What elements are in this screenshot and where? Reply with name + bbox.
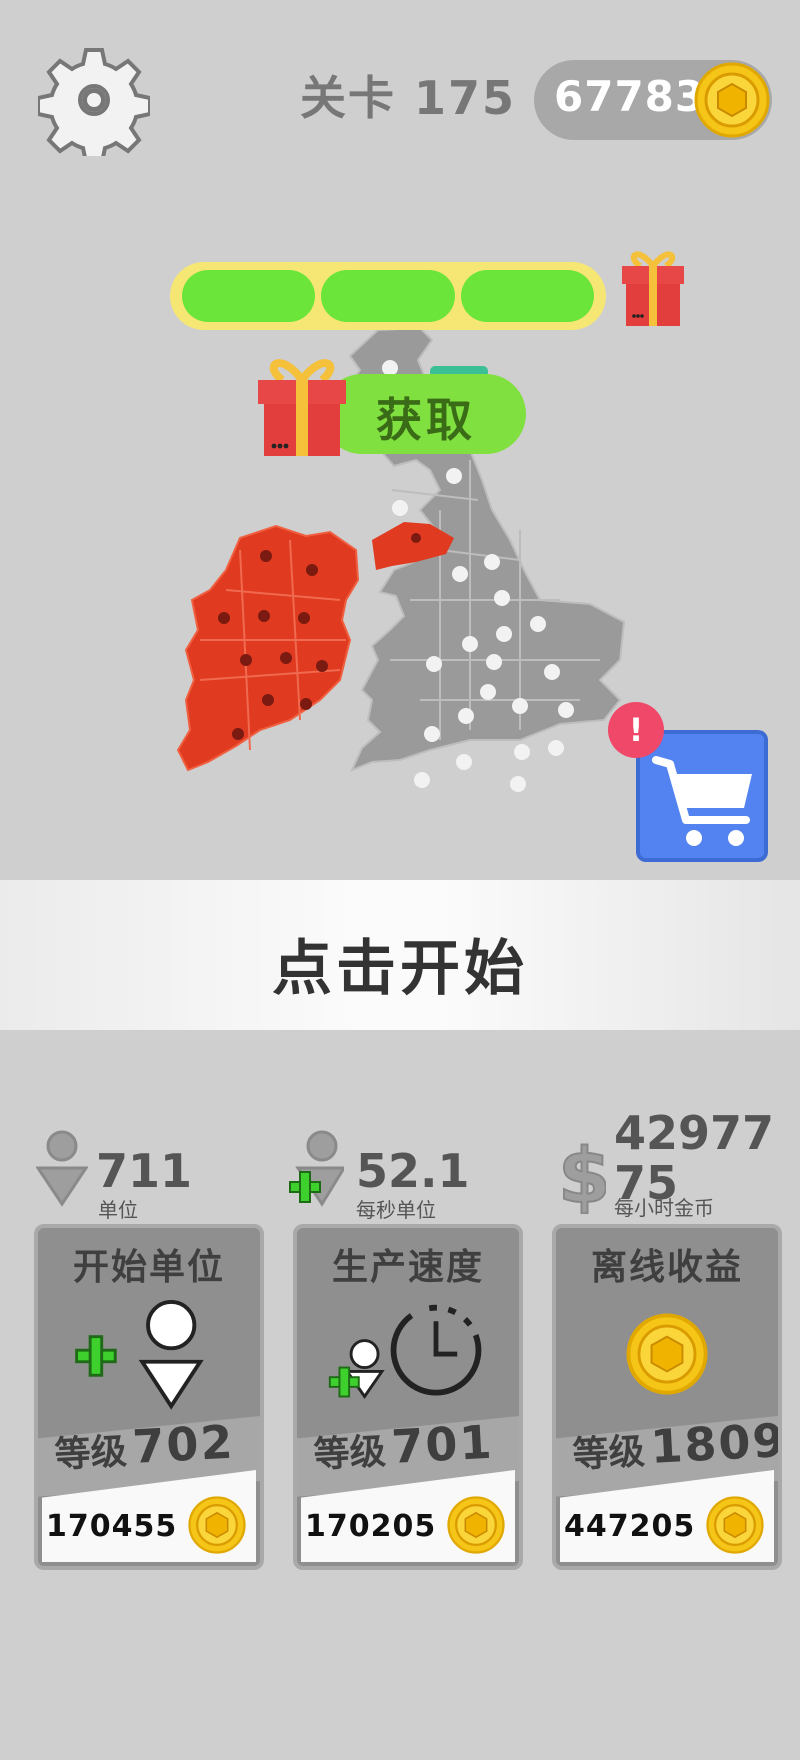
upgrade-card-production-speed[interactable]: 生产速度 等级701 170205 xyxy=(293,1224,523,1570)
upgrade-card-offline-earnings[interactable]: 离线收益 等级1809 447205 xyxy=(552,1224,782,1570)
add-unit-icon xyxy=(75,1299,204,1410)
units-value: 711 xyxy=(96,1144,193,1198)
card-price: 170455 xyxy=(46,1509,178,1544)
gold-coin-icon xyxy=(706,1496,764,1554)
offline-stat: $ 42977 75 每小时金币 xyxy=(556,1106,796,1226)
tap-to-start-label: 点击开始 xyxy=(272,934,528,1004)
tap-to-start-button[interactable]: 点击开始 xyxy=(0,880,800,1030)
level-title: 关卡 175 xyxy=(300,71,517,125)
progress-segment xyxy=(321,270,455,322)
card-level: 等级701 xyxy=(312,1414,495,1477)
card-price: 170205 xyxy=(305,1509,437,1544)
card-level: 等级1809 xyxy=(571,1412,782,1477)
ireland-territory[interactable] xyxy=(176,524,360,772)
gift-box-icon[interactable] xyxy=(254,352,350,458)
get-reward-button[interactable]: 获取 xyxy=(322,374,526,454)
upgrade-card-start-units[interactable]: 开始单位 等级702 170455 xyxy=(34,1224,264,1570)
get-reward-label: 获取 xyxy=(376,393,476,447)
card-level: 等级702 xyxy=(53,1414,236,1477)
gear-icon[interactable] xyxy=(38,44,150,156)
conquest-progress-bar xyxy=(170,262,606,330)
dollar-icon: $ xyxy=(557,1130,606,1214)
card-title: 生产速度 xyxy=(331,1247,484,1288)
coin-amount: 67783 xyxy=(554,72,706,121)
gold-coin-icon xyxy=(626,1313,708,1395)
offline-value: 42977 xyxy=(614,1106,775,1160)
rate-stat: 52.1 每秒单位 xyxy=(288,1116,518,1226)
gift-box-icon[interactable] xyxy=(618,246,688,328)
production-clock-icon xyxy=(328,1304,482,1400)
add-person-icon xyxy=(289,1130,344,1207)
shopping-cart-icon xyxy=(652,756,752,846)
card-price: 447205 xyxy=(564,1509,696,1544)
rate-value: 52.1 xyxy=(356,1144,470,1198)
shop-alert-badge: ! xyxy=(608,702,664,758)
units-stat: 711 单位 xyxy=(36,1116,266,1226)
progress-segment xyxy=(460,270,594,322)
person-icon xyxy=(36,1130,88,1207)
card-title: 离线收益 xyxy=(590,1247,743,1288)
coin-balance: 67783 xyxy=(534,60,772,140)
units-label: 单位 xyxy=(98,1198,138,1222)
gold-coin-icon xyxy=(694,62,770,138)
svg-text:$: $ xyxy=(558,1131,606,1214)
gold-coin-icon xyxy=(188,1496,246,1554)
progress-segment xyxy=(182,270,316,322)
offline-label: 每小时金币 xyxy=(614,1196,714,1220)
rate-label: 每秒单位 xyxy=(356,1198,436,1222)
card-title: 开始单位 xyxy=(72,1247,225,1288)
gold-coin-icon xyxy=(447,1496,505,1554)
